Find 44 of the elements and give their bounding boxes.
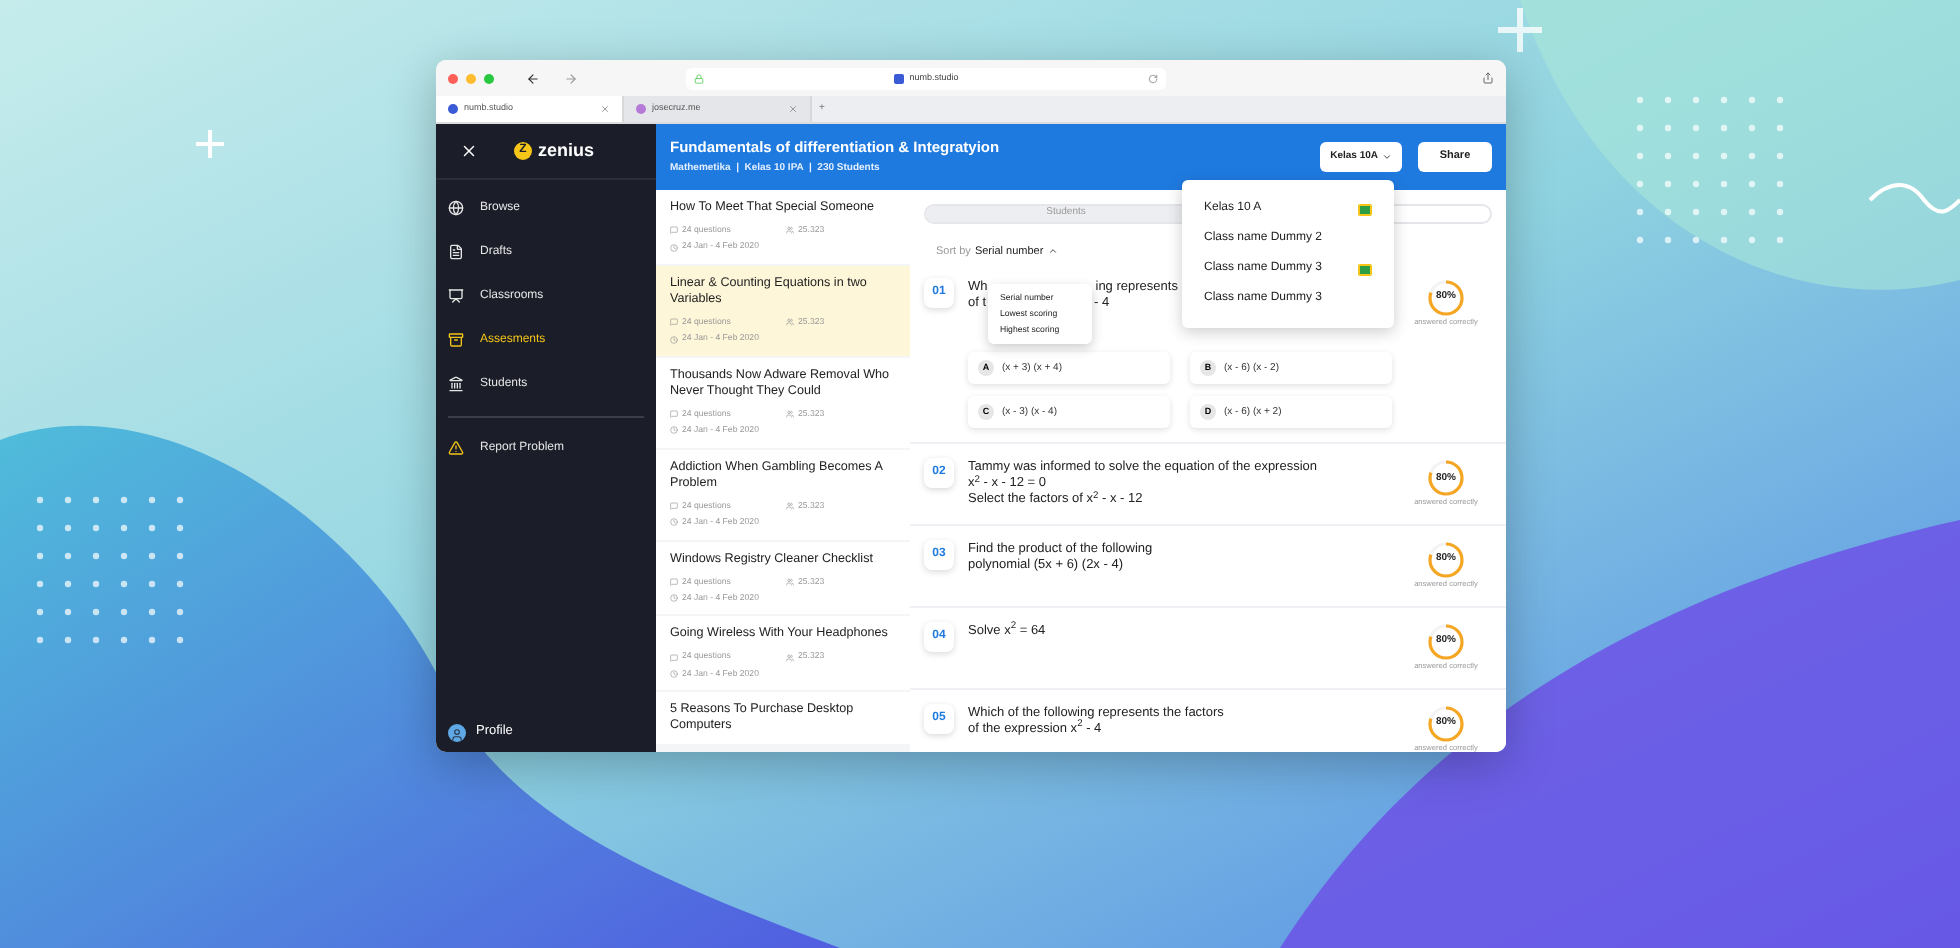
score-ring [1426, 458, 1466, 499]
people-icon [786, 318, 794, 327]
document-icon [448, 244, 464, 260]
forward-icon[interactable] [564, 71, 578, 85]
chat-icon [670, 501, 678, 510]
building-icon [448, 376, 464, 392]
chevron-up-icon [1047, 246, 1058, 257]
warning-icon [448, 440, 464, 456]
chat-icon [670, 226, 678, 235]
people-icon [786, 653, 794, 662]
clock-icon [670, 518, 678, 527]
people-icon [786, 226, 794, 235]
chat-icon [670, 409, 678, 418]
people-icon [786, 501, 794, 510]
chat-icon [670, 653, 678, 662]
chat-icon [670, 318, 678, 327]
favicon-icon [893, 73, 904, 83]
favicon-icon [636, 104, 646, 114]
plus-icon [1495, 5, 1545, 55]
clock-icon [670, 335, 678, 344]
archive-icon [448, 332, 464, 348]
back-icon[interactable] [526, 71, 540, 85]
globe-icon [448, 200, 464, 216]
score-ring [1426, 703, 1466, 743]
favicon-icon [448, 104, 458, 114]
clock-icon [670, 594, 678, 603]
lock-icon [694, 73, 704, 83]
chat-icon [670, 577, 678, 586]
score-ring [1426, 540, 1466, 581]
share-icon[interactable] [1482, 72, 1494, 84]
clock-icon [670, 426, 678, 435]
squiggle-drawing [1868, 183, 1960, 214]
avatar-icon [448, 723, 466, 741]
score-ring [1426, 277, 1466, 318]
clock-icon [670, 243, 678, 252]
people-icon [786, 409, 794, 418]
clock-icon [670, 670, 678, 679]
chevron-down-icon [1382, 152, 1392, 162]
plus-icon [194, 128, 226, 160]
score-ring [1426, 621, 1466, 662]
people-icon [786, 577, 794, 586]
presentation-icon [448, 288, 464, 304]
reload-icon[interactable] [1148, 73, 1158, 83]
logo-text: zenius [538, 137, 595, 164]
